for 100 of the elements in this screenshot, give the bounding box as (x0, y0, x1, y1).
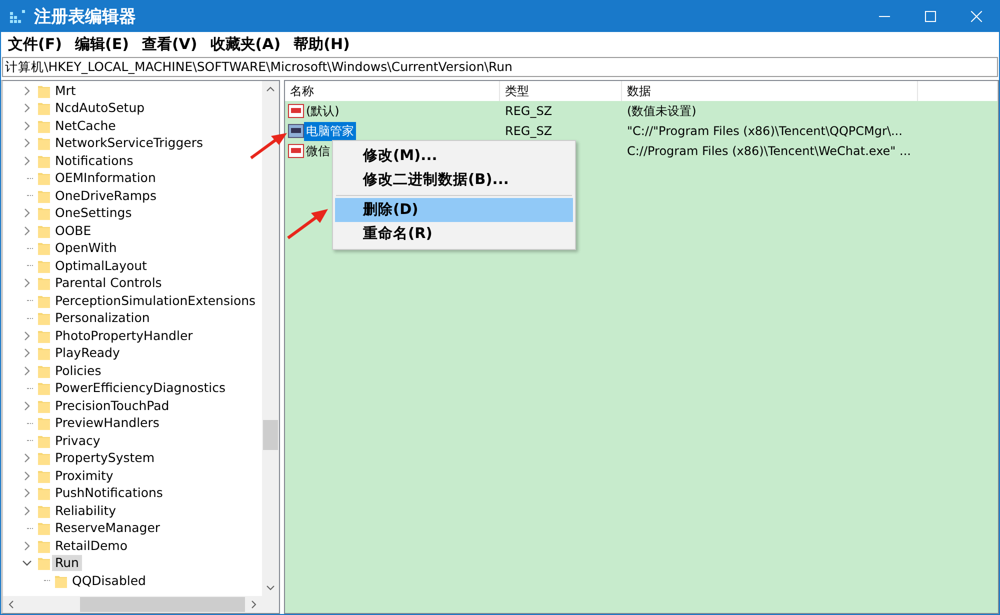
tree-item[interactable]: PropertySystem (52, 450, 158, 466)
expand-icon[interactable] (22, 330, 32, 341)
expand-icon[interactable] (22, 156, 32, 166)
value-name[interactable]: 电脑管家 (304, 122, 356, 140)
expand-icon[interactable] (22, 488, 32, 498)
expand-icon[interactable] (22, 278, 32, 288)
expand-icon[interactable] (22, 540, 32, 551)
folder-icon (38, 486, 50, 500)
tree-item[interactable]: Policies (52, 362, 104, 379)
folder-icon (38, 171, 50, 186)
folder-icon (38, 241, 50, 256)
menu-item[interactable]: 编辑(E) (70, 35, 134, 54)
tree-item[interactable]: ReserveManager (52, 520, 164, 536)
tree-item[interactable]: OptimalLayout (52, 258, 150, 274)
string-value-icon (288, 144, 304, 158)
expand-icon[interactable] (22, 400, 32, 411)
tree-item[interactable]: RetailDemo (52, 538, 130, 554)
folder-icon (38, 521, 50, 536)
menu-item[interactable]: 收藏夹(A) (205, 35, 286, 54)
column-header[interactable]: 数据 (622, 81, 918, 101)
tree-item[interactable]: NetCache (52, 118, 119, 134)
window-title: 注册表编辑器 (34, 6, 137, 28)
tree-item[interactable]: PowerEfficiencyDiagnostics (52, 380, 229, 396)
folder-icon (38, 381, 50, 396)
value-name[interactable]: 微信 (304, 142, 332, 160)
tree-item[interactable]: PerceptionSimulationExtensions (52, 292, 259, 309)
horizontal-scrollbar[interactable] (3, 596, 262, 613)
tree-item[interactable]: PlayReady (52, 345, 123, 362)
menu-item[interactable]: 查看(V) (136, 35, 202, 54)
expand-icon[interactable] (22, 506, 32, 516)
folder-icon (38, 328, 50, 343)
tree-item[interactable]: Personalization (52, 310, 153, 326)
tree-item[interactable]: Run (52, 555, 82, 572)
expand-icon[interactable] (22, 470, 32, 481)
expand-icon[interactable] (22, 208, 32, 218)
annotation-arrow (286, 207, 330, 241)
minimize-icon (878, 16, 890, 17)
table-cell-text: (数值未设置) (626, 102, 698, 120)
tree-item[interactable]: NcdAutoSetup (52, 100, 148, 116)
scrollbar-thumb[interactable] (80, 597, 245, 612)
string-value-icon (288, 104, 304, 118)
tree-item[interactable]: Mrt (52, 82, 79, 99)
menu-item[interactable]: 重命名(R) (335, 222, 573, 246)
expand-icon[interactable] (22, 348, 32, 358)
folder-icon (38, 346, 50, 360)
folder-icon (38, 276, 50, 290)
menu-item[interactable]: 帮助(H) (288, 35, 355, 54)
vertical-scrollbar[interactable] (262, 81, 279, 596)
folder-icon (38, 451, 50, 466)
column-header[interactable]: 名称 (285, 81, 500, 101)
annotation-arrow (249, 131, 289, 161)
menu-item[interactable]: 修改二进制数据(B)... (335, 168, 573, 192)
tree-item[interactable]: NetworkServiceTriggers (52, 135, 206, 152)
menu-item[interactable]: 文件(F) (3, 35, 67, 54)
expand-icon[interactable] (22, 103, 32, 114)
table-cell-text: C://Program Files (x86)\Tencent\WeChat.exe" ... (626, 144, 912, 158)
expand-icon[interactable] (22, 120, 32, 131)
tree-item[interactable]: OOBE (52, 222, 94, 239)
value-name[interactable]: (默认) (304, 102, 342, 120)
tree-item[interactable]: Privacy (52, 432, 104, 449)
folder-icon (38, 416, 50, 430)
expand-icon[interactable] (22, 366, 32, 376)
tree-item[interactable]: OneSettings (52, 205, 135, 222)
expand-icon[interactable] (22, 453, 32, 464)
tree-item[interactable]: QQDisabled (69, 572, 149, 589)
folder-icon (38, 136, 50, 150)
tree-item[interactable]: Parental Controls (52, 275, 165, 292)
tree-item[interactable]: OEMInformation (52, 170, 159, 186)
tree-item[interactable]: Reliability (52, 502, 120, 519)
tree-item[interactable]: Proximity (52, 468, 116, 484)
table-cell-text: REG_SZ (504, 124, 554, 138)
tree-item[interactable]: PushNotifications (52, 485, 166, 502)
folder-icon (38, 434, 50, 448)
expand-icon[interactable] (22, 86, 32, 96)
folder-icon (38, 258, 50, 273)
expand-icon[interactable] (22, 138, 32, 148)
scrollbar-thumb[interactable] (263, 420, 278, 450)
string-value-icon (288, 124, 304, 138)
menu-item[interactable]: 删除(D) (335, 198, 573, 222)
table-cell-text: "C://"Program Files (x86)\Tencent\QQPCMgr\... (626, 124, 904, 138)
expand-icon[interactable] (22, 226, 32, 236)
tree-item[interactable]: OpenWith (52, 240, 120, 256)
folder-icon (38, 311, 50, 326)
menu-item[interactable]: 修改(M)... (335, 144, 573, 168)
tree-item[interactable]: Notifications (52, 152, 136, 169)
folder-icon (38, 118, 50, 133)
tree-item[interactable]: OneDriveRamps (52, 188, 160, 204)
folder-icon (38, 504, 50, 518)
collapse-icon[interactable] (22, 558, 32, 568)
column-header[interactable]: 类型 (500, 81, 622, 101)
tree-item[interactable]: PhotoPropertyHandler (52, 328, 196, 344)
folder-icon (38, 224, 50, 238)
maximize-icon (924, 11, 936, 22)
tree-item[interactable]: PrecisionTouchPad (52, 398, 172, 414)
address-field[interactable]: 计算机\HKEY_LOCAL_MACHINE\SOFTWARE\Microsoft\Windows\CurrentVersion\Run (2, 57, 998, 77)
folder-icon (38, 294, 50, 308)
folder-icon (38, 188, 50, 203)
tree-item[interactable]: PreviewHandlers (52, 415, 162, 432)
folder-icon (55, 574, 67, 588)
folder-icon (38, 101, 50, 116)
